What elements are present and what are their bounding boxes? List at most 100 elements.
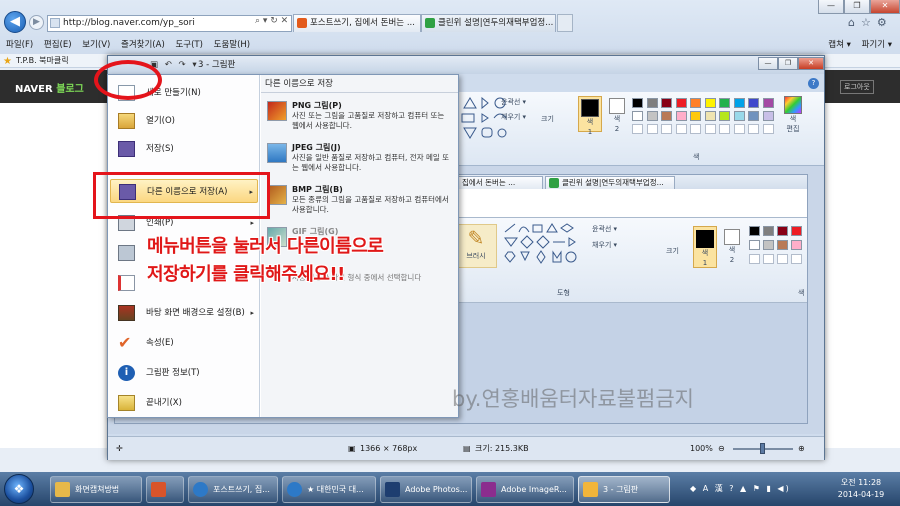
size-button[interactable]: 크기 [541,114,554,124]
paint-titlebar: ▣ ↶ ↷ ▾ 3 - 그림판 [108,56,824,74]
palette-swatch[interactable] [762,111,774,121]
save-as-bmp[interactable]: BMP 그림(B) 모든 종류의 그림을 고품질로 저장하고 컴퓨터에서 사용합니… [265,183,455,225]
highlight-box [93,172,270,219]
outline-dropdown[interactable]: 윤곽선 ▾ [501,97,526,107]
paint-minimize-button[interactable]: — [758,57,778,70]
taskbar-item-ie-1[interactable]: 포스트쓰기, 집... [188,476,278,503]
palette-swatch[interactable] [704,111,716,121]
menu-exit[interactable]: 끝내기(X) [110,391,258,415]
menu-edit[interactable]: 편집(E) [44,40,72,50]
help-icon[interactable]: ? [808,78,819,89]
palette-swatch[interactable] [762,124,774,134]
start-button[interactable]: ❖ [4,474,34,504]
zoom-out-button[interactable]: ⊖ [718,437,725,461]
system-tray[interactable]: ◆ A 漢 ? ▲ ⚑ ▮ ◀) [690,472,825,506]
palette-swatch[interactable] [690,111,701,121]
palette-swatch[interactable] [675,111,687,121]
paint-maximize-button[interactable]: ❐ [778,57,798,70]
page-icon [50,18,60,28]
zoom-slider-thumb[interactable] [760,443,765,454]
email-icon [118,275,135,291]
palette-swatch[interactable] [690,98,701,108]
logout-button[interactable]: 로그아웃 [840,80,874,94]
save-as-jpeg[interactable]: JPEG 그림(J) 사진을 일반 품질로 저장하고 컴퓨터, 전자 메일 또는 … [265,141,455,183]
palette-swatch[interactable] [719,98,730,108]
close-button[interactable]: ✕ [870,0,900,14]
star-icon: ★ [3,56,12,67]
palette-swatch[interactable] [719,124,730,134]
forward-button[interactable]: ▶ [29,15,44,30]
taskbar-item-photoshop[interactable]: Adobe Photos... [380,476,472,503]
palette-swatch[interactable] [733,111,745,121]
palette-swatch[interactable] [632,124,643,134]
back-button[interactable]: ◀ [4,11,26,33]
palette-swatch[interactable] [748,124,759,134]
taskbar-item-ie-2[interactable]: ★ 대한민국 대... [282,476,376,503]
address-tools-icons[interactable]: ⌕ ▾ ↻ ✕ [255,16,288,26]
capture-button[interactable]: 캡쳐 ▾ [828,40,851,50]
browser-tab-2[interactable]: 클린위 설명|연두의재택부업정... [421,14,556,32]
color1-button[interactable]: 색 1 [578,96,602,136]
inner-palette-swatch [791,240,802,250]
palette-swatch[interactable] [762,98,774,108]
palette-swatch[interactable] [733,124,745,134]
palette-swatch[interactable] [704,124,716,134]
palette-swatch[interactable] [661,98,672,108]
palette-swatch[interactable] [733,98,745,108]
desktop-icon [118,305,135,321]
image-dimensions: 1366 × 768px [360,444,418,453]
menu-open[interactable]: 열기(O) [110,109,258,133]
menu-properties[interactable]: ✔ 속성(E) [110,331,258,355]
taskbar: ❖ 화면캡쳐방법 포스트쓰기, 집... ★ 대한민국 대... Adobe P… [0,472,900,506]
menu-save[interactable]: 저장(S) [110,137,258,161]
home-star-gear-icons[interactable]: ⌂☆⚙ [848,16,893,29]
zoom-in-button[interactable]: ⊕ [798,437,805,461]
palette-swatch[interactable] [719,111,730,121]
menu-set-desktop[interactable]: 바탕 화면 배경으로 설정(B) ▸ [110,301,258,325]
browser-tab-1[interactable]: 포스트쓰기, 집에서 돈버는 ... [293,14,421,32]
palette-swatch[interactable] [632,111,643,121]
new-tab-button[interactable] [557,14,573,32]
palette-swatch[interactable] [675,98,687,108]
submenu-arrow-icon: ▸ [250,309,254,317]
highlight-circle [94,60,162,100]
palette-swatch[interactable] [661,124,672,134]
menu-tools[interactable]: 도구(T) [175,40,202,50]
paint-close-button[interactable]: ✕ [798,57,824,70]
palette-swatch[interactable] [646,98,658,108]
palette-swatch[interactable] [646,111,658,121]
palette-swatch[interactable] [748,111,759,121]
favorites-link[interactable]: T.P.B. 북마클릭 [16,56,69,65]
save-as-png[interactable]: PNG 그림(P) 사진 또는 그림을 고품질로 저장하고 컴퓨터 또는 웹에서 … [265,99,455,141]
palette-swatch[interactable] [646,124,658,134]
scanner-icon [118,245,135,261]
fill-dropdown[interactable]: 채우기 ▾ [501,112,526,122]
menu-file[interactable]: 파일(F) [6,40,33,50]
paste-button[interactable]: 파기기 ▾ [862,40,892,50]
paint-title: 3 - 그림판 [198,60,236,70]
palette-swatch[interactable] [748,98,759,108]
inner-palette-swatch [791,226,802,236]
palette-swatch[interactable] [632,98,643,108]
taskbar-item-media[interactable] [146,476,184,503]
edit-colors-button[interactable]: 색 편집 [780,96,806,136]
palette-swatch[interactable] [690,124,701,134]
palette-swatch[interactable] [675,124,687,134]
menu-view[interactable]: 보기(V) [82,40,110,50]
palette-swatch[interactable] [704,98,716,108]
color2-button[interactable]: 색 2 [606,96,628,133]
minimize-button[interactable]: — [818,0,844,14]
inner-color2: 색 2 [721,226,743,268]
taskbar-item-paint[interactable]: 3 - 그림판 [578,476,670,503]
media-player-icon [151,482,166,497]
clock[interactable]: 오전 11:28 2014-04-19 [828,477,894,501]
taskbar-item-imageready[interactable]: Adobe ImageR... [476,476,574,503]
palette-swatch[interactable] [661,111,672,121]
menu-about-label: 그림판 정보(T) [146,368,200,378]
menu-about[interactable]: i 그림판 정보(T) [110,361,258,385]
naver-logo[interactable]: NAVER 블로그 [15,80,84,95]
menu-help[interactable]: 도움말(H) [214,40,250,50]
taskbar-item-folder[interactable]: 화면캡쳐방법 [50,476,142,503]
maximize-button[interactable]: ❐ [844,0,870,14]
menu-favorites[interactable]: 즐겨찾기(A) [121,40,165,50]
